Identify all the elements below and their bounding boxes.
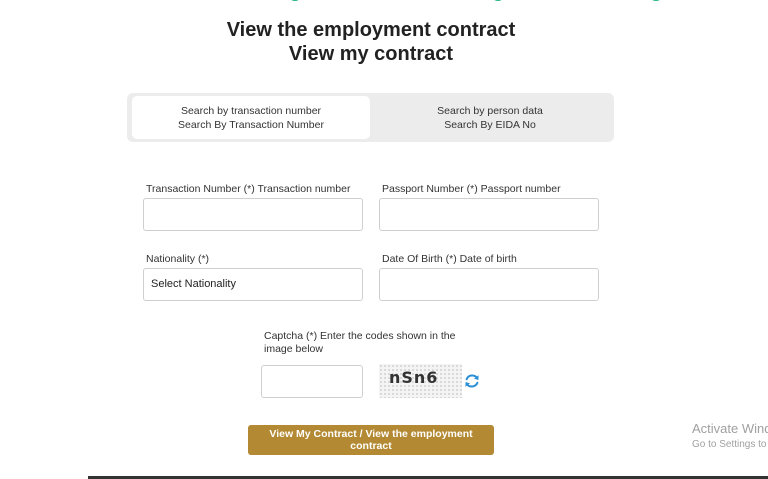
top-mark xyxy=(494,0,502,1)
activation-watermark-title: Activate Wind xyxy=(692,421,768,436)
nationality-label: Nationality (*) xyxy=(146,253,210,265)
tab-person-data[interactable]: Search by person data Search By EIDA No xyxy=(371,96,609,139)
page-title: View the employment contract xyxy=(226,19,516,41)
nationality-select[interactable]: Select Nationality xyxy=(143,268,363,301)
tab-label-line2: Search By Transaction Number xyxy=(178,119,324,131)
tab-label-line1: Search by transaction number xyxy=(180,105,322,117)
top-mark xyxy=(291,0,299,1)
captcha-code: nSn6 xyxy=(389,368,439,387)
search-tabs: Search by transaction number Search By T… xyxy=(127,93,614,142)
top-decoration xyxy=(0,0,768,4)
captcha-image: nSn6 xyxy=(379,364,462,398)
date-of-birth-input[interactable] xyxy=(379,268,599,301)
refresh-icon[interactable] xyxy=(463,372,481,390)
view-contract-button[interactable]: View My Contract / View the employment c… xyxy=(248,425,494,455)
tab-label-line2: Search By EIDA No xyxy=(444,119,536,131)
transaction-number-input[interactable] xyxy=(143,198,363,231)
tab-label-line1: Search by person data xyxy=(437,105,543,117)
passport-number-label: Passport Number (*) Passport number xyxy=(382,183,561,195)
transaction-number-label: Transaction Number (*) Transaction numbe… xyxy=(146,183,351,195)
date-of-birth-label: Date Of Birth (*) Date of birth xyxy=(382,253,517,265)
top-mark xyxy=(652,0,660,1)
captcha-label: Captcha (*) Enter the codes shown in the… xyxy=(264,330,456,355)
tab-transaction-number[interactable]: Search by transaction number Search By T… xyxy=(132,96,370,139)
activation-watermark-subtitle: Go to Settings to xyxy=(692,439,767,450)
captcha-input[interactable] xyxy=(261,365,363,398)
page-subtitle: View my contract xyxy=(288,43,454,65)
passport-number-input[interactable] xyxy=(379,198,599,231)
